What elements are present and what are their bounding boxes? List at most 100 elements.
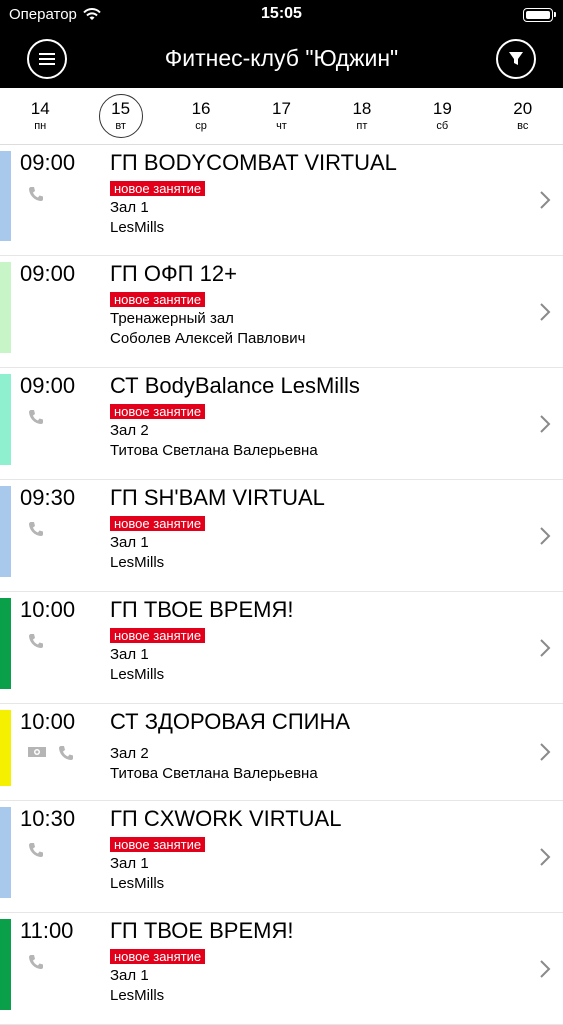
session-time: 09:00 xyxy=(20,373,76,398)
session-icons xyxy=(27,408,110,431)
session-trainer: LesMills xyxy=(110,219,165,236)
session-color-bar xyxy=(0,151,11,241)
session-time-column: 09:00 xyxy=(11,145,110,255)
new-session-badge: новое занятие xyxy=(110,181,206,196)
new-session-badge: новое занятие xyxy=(110,292,206,307)
session-time: 11:00 xyxy=(20,918,74,943)
session-color-bar xyxy=(0,710,11,786)
new-session-badge: новое занятие xyxy=(110,949,206,964)
session-time-column: 09:00 xyxy=(11,256,110,367)
session-row[interactable]: 09:30 ГП SH'BAM VIRTUAL новое занятие Зал 1… xyxy=(0,480,563,592)
session-trainer: Титова Светлана Валерьевна xyxy=(110,442,318,459)
session-details: ГП BODYCOMBAT VIRTUAL новое занятие Зал 1 L… xyxy=(110,145,563,255)
status-bar: Оператор 15:05 xyxy=(0,0,563,30)
day-number: 15 xyxy=(111,99,131,118)
session-row[interactable]: 11:00 ГП ТВОЕ ВРЕМЯ! новое занятие Зал 1 Les… xyxy=(0,913,563,1025)
session-time-column: 10:00 xyxy=(11,704,110,800)
session-icons xyxy=(27,744,110,767)
app-header: Оператор 15:05 Фитнес-клуб "Юджин" xyxy=(0,0,563,88)
day-number: 17 xyxy=(272,99,291,118)
session-trainer: Соболев Алексей Павлович xyxy=(110,330,306,347)
day-number: 14 xyxy=(30,99,50,118)
session-row[interactable]: 10:00 СТ ЗДОРОВАЯ СПИНА Зал 2 Титова Светла… xyxy=(0,704,563,801)
session-time: 09:00 xyxy=(20,150,76,175)
nav-bar: Фитнес-клуб "Юджин" xyxy=(0,30,563,88)
session-row[interactable]: 09:00 ГП BODYCOMBAT VIRTUAL новое занятие З… xyxy=(0,145,563,256)
day-15[interactable]: 15 вт xyxy=(80,88,160,144)
phone-icon xyxy=(27,841,45,864)
session-hall: Тренажерный зал xyxy=(110,310,234,327)
session-details: СТ BodyBalance LesMills новое занятие Зал … xyxy=(110,368,563,479)
phone-icon xyxy=(27,953,45,976)
chevron-right-icon[interactable] xyxy=(539,414,551,439)
session-trainer: Титова Светлана Валерьевна xyxy=(110,765,318,782)
session-time: 10:00 xyxy=(20,709,76,734)
day-weekday: пн xyxy=(34,120,47,132)
chevron-right-icon[interactable] xyxy=(539,742,551,767)
day-weekday: вс xyxy=(517,120,529,132)
day-18[interactable]: 18 пт xyxy=(322,88,402,144)
session-title: ГП ОФП 12+ xyxy=(110,261,237,286)
filter-button[interactable] xyxy=(496,39,536,79)
chevron-right-icon[interactable] xyxy=(539,847,551,872)
filter-icon xyxy=(509,52,523,65)
session-list: 09:00 ГП BODYCOMBAT VIRTUAL новое занятие З… xyxy=(0,145,563,1025)
session-title: ГП ТВОЕ ВРЕМЯ! xyxy=(110,597,294,622)
session-title: СТ ЗДОРОВАЯ СПИНА xyxy=(110,709,351,734)
session-trainer: LesMills xyxy=(110,987,165,1004)
session-title: ГП BODYCOMBAT VIRTUAL xyxy=(110,150,397,175)
session-icons xyxy=(27,841,110,864)
session-color-bar xyxy=(0,919,11,1010)
session-details: ГП ОФП 12+ новое занятие Тренажерный зал Со… xyxy=(110,256,563,367)
chevron-right-icon[interactable] xyxy=(539,638,551,663)
session-time: 09:00 xyxy=(20,261,76,286)
day-19[interactable]: 19 сб xyxy=(402,88,482,144)
session-trainer: LesMills xyxy=(110,554,165,571)
session-title: ГП CXWORK VIRTUAL xyxy=(110,806,342,831)
phone-icon xyxy=(27,632,45,655)
session-hall: Зал 2 xyxy=(110,745,149,762)
day-number: 16 xyxy=(191,99,211,118)
session-icons xyxy=(27,632,110,655)
session-time: 09:30 xyxy=(20,485,76,510)
session-row[interactable]: 09:00 ГП ОФП 12+ новое занятие Тренажерный … xyxy=(0,256,563,368)
session-hall: Зал 2 xyxy=(110,422,149,439)
new-session-badge: новое занятие xyxy=(110,628,206,643)
chevron-right-icon[interactable] xyxy=(539,302,551,327)
session-title: ГП ТВОЕ ВРЕМЯ! xyxy=(110,918,294,943)
session-color-bar xyxy=(0,262,11,353)
session-hall: Зал 1 xyxy=(110,855,149,872)
session-hall: Зал 1 xyxy=(110,199,149,216)
battery-icon xyxy=(523,8,556,22)
day-17[interactable]: 17 чт xyxy=(241,88,321,144)
day-weekday: чт xyxy=(276,120,287,132)
day-selector: 14 пн 15 вт 16 ср 17 чт 18 пт 19 сб 20 вс xyxy=(0,88,563,145)
day-weekday: пт xyxy=(356,120,368,132)
new-session-badge: новое занятие xyxy=(110,404,206,419)
day-number: 20 xyxy=(513,99,533,118)
session-time-column: 11:00 xyxy=(11,913,110,1024)
day-weekday: ср xyxy=(195,120,207,132)
session-icons xyxy=(27,185,110,208)
phone-icon xyxy=(57,744,75,767)
chevron-right-icon[interactable] xyxy=(539,959,551,984)
day-weekday: вт xyxy=(115,120,126,132)
phone-icon xyxy=(27,408,45,431)
session-trainer: LesMills xyxy=(110,666,165,683)
chevron-right-icon[interactable] xyxy=(539,526,551,551)
session-details: ГП CXWORK VIRTUAL новое занятие Зал 1 LesMi… xyxy=(110,801,563,912)
phone-icon xyxy=(27,185,45,208)
chevron-right-icon[interactable] xyxy=(539,190,551,215)
day-20[interactable]: 20 вс xyxy=(483,88,563,144)
session-time-column: 10:30 xyxy=(11,801,110,912)
day-16[interactable]: 16 ср xyxy=(161,88,241,144)
session-color-bar xyxy=(0,807,11,898)
session-row[interactable]: 10:00 ГП ТВОЕ ВРЕМЯ! новое занятие Зал 1 Les… xyxy=(0,592,563,704)
status-time: 15:05 xyxy=(261,5,302,22)
session-row[interactable]: 10:30 ГП CXWORK VIRTUAL новое занятие Зал 1… xyxy=(0,801,563,913)
day-14[interactable]: 14 пн xyxy=(0,88,80,144)
session-time-column: 09:00 xyxy=(11,368,110,479)
session-row[interactable]: 09:00 СТ BodyBalance LesMills новое заняти… xyxy=(0,368,563,480)
session-color-bar xyxy=(0,486,11,577)
new-session-badge: новое занятие xyxy=(110,837,206,852)
